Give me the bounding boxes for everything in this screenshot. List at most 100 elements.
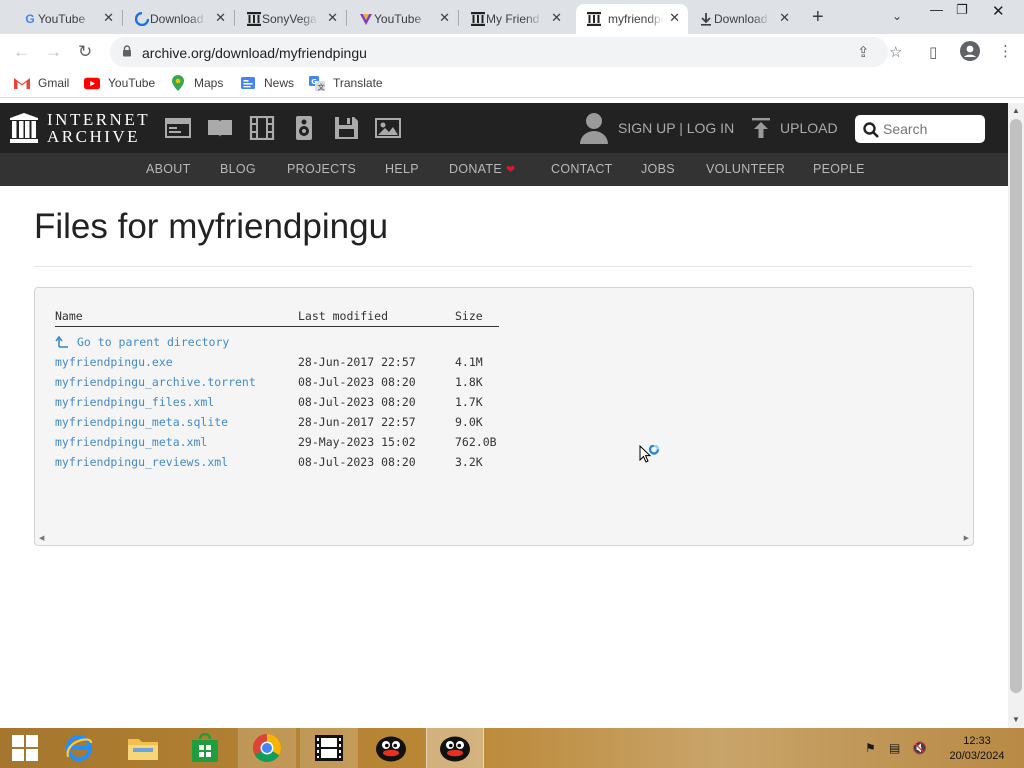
video-film-icon[interactable] (249, 116, 275, 140)
nav-blog[interactable]: BLOG (220, 162, 256, 176)
bookmark-gmail[interactable]: Gmail (14, 76, 69, 90)
header-divider (55, 326, 499, 327)
column-size-header[interactable]: Size (455, 309, 483, 323)
scroll-down-arrow-icon[interactable]: ▼ (1012, 715, 1020, 724)
close-window-icon[interactable]: ✕ (992, 2, 1005, 20)
pingu-icon[interactable] (362, 728, 420, 768)
bookmark-news[interactable]: News (240, 76, 294, 90)
page-scrollbar[interactable]: ▲ ▼ (1008, 103, 1024, 728)
internet-explorer-icon[interactable] (50, 728, 108, 768)
scroll-up-arrow-icon[interactable]: ▲ (1012, 106, 1020, 115)
forward-icon[interactable]: → (45, 42, 62, 62)
upload-icon[interactable] (752, 118, 770, 138)
file-link[interactable]: myfriendpingu_meta.xml (55, 435, 207, 449)
tab-youtube-1[interactable]: G YouTube ✕ (16, 4, 122, 34)
nav-donate[interactable]: DONATE ❤ (449, 162, 516, 176)
windows-logo-icon (12, 735, 38, 761)
close-tab-icon[interactable]: ✕ (551, 10, 562, 26)
file-link[interactable]: myfriendpingu_reviews.xml (55, 455, 228, 469)
upload-link[interactable]: UPLOAD (780, 120, 838, 136)
nav-projects[interactable]: PROJECTS (287, 162, 356, 176)
images-icon[interactable] (375, 116, 401, 140)
tab-download-1[interactable]: Download ✕ (128, 4, 234, 34)
scroll-right-arrow-icon[interactable]: ▶ (964, 534, 969, 542)
store-icon[interactable] (176, 728, 234, 768)
volume-muted-icon[interactable]: 🔇 (912, 741, 927, 755)
close-tab-icon[interactable]: ✕ (439, 10, 450, 26)
close-tab-icon[interactable]: ✕ (669, 10, 680, 26)
tab-download-2[interactable]: Download ✕ (692, 4, 798, 34)
file-date: 29-May-2023 15:02 (298, 435, 416, 449)
tab-myfriendpingu[interactable]: myfriendpingu ✕ (576, 4, 688, 34)
pingu-icon[interactable] (426, 728, 484, 768)
parent-directory-link[interactable]: Go to parent directory (55, 335, 229, 349)
nav-about[interactable]: ABOUT (146, 162, 191, 176)
share-icon[interactable]: ⇪ (857, 43, 870, 61)
signup-login-link[interactable]: SIGN UP | LOG IN (618, 120, 734, 136)
news-icon (240, 76, 256, 90)
ia-header: INTERNET ARCHIVE SIGN UP | LOG IN UPLOAD… (0, 103, 1008, 153)
nav-jobs[interactable]: JOBS (641, 162, 675, 176)
bookmark-maps[interactable]: Maps (170, 75, 223, 91)
heart-icon: ❤ (505, 164, 516, 176)
nav-contact[interactable]: CONTACT (551, 162, 613, 176)
reload-icon[interactable]: ↻ (78, 42, 92, 62)
menu-kebab-icon[interactable]: ⋮ (998, 42, 1013, 60)
side-panel-icon[interactable]: ▯ (929, 43, 937, 61)
nav-volunteer[interactable]: VOLUNTEER (706, 162, 785, 176)
new-tab-icon[interactable]: + (812, 6, 824, 29)
tab-youtube-2[interactable]: YouTube ✕ (352, 4, 458, 34)
file-date: 28-Jun-2017 22:57 (298, 355, 416, 369)
web-icon[interactable] (165, 116, 191, 140)
user-avatar-icon[interactable] (580, 112, 608, 144)
back-icon[interactable]: ← (13, 42, 30, 62)
bookmarks-bar: Gmail YouTube Maps News G文 Translate (0, 70, 1024, 98)
file-listing: Name Last modified Size Go to parent dir… (34, 287, 974, 546)
close-tab-icon[interactable]: ✕ (779, 10, 790, 26)
gmail-icon (14, 76, 30, 90)
restore-icon[interactable]: ❐ (956, 2, 968, 18)
texts-book-icon[interactable] (207, 116, 233, 140)
nav-people[interactable]: PEOPLE (813, 162, 865, 176)
ia-search-box[interactable]: Search (855, 115, 985, 143)
file-date: 08-Jul-2023 08:20 (298, 455, 416, 469)
internet-archive-logo-icon[interactable] (10, 113, 38, 143)
column-modified-header[interactable]: Last modified (298, 309, 388, 323)
system-clock[interactable]: 12:33 20/03/2024 (944, 734, 1010, 764)
scrollbar-thumb[interactable] (1010, 119, 1022, 693)
column-name-header[interactable]: Name (55, 309, 83, 323)
file-link[interactable]: myfriendpingu.exe (55, 355, 173, 369)
close-tab-icon[interactable]: ✕ (327, 10, 338, 26)
file-link[interactable]: myfriendpingu_meta.sqlite (55, 415, 228, 429)
address-bar[interactable]: archive.org/download/myfriendpingu ⇪ ☆ (110, 37, 902, 67)
scroll-left-arrow-icon[interactable]: ◀ (39, 534, 44, 542)
internet-archive-icon (246, 11, 262, 27)
bookmark-youtube[interactable]: YouTube (84, 76, 155, 90)
close-tab-icon[interactable]: ✕ (103, 10, 114, 26)
nav-help[interactable]: HELP (385, 162, 419, 176)
film-icon[interactable] (300, 728, 358, 768)
url-text[interactable]: archive.org/download/myfriendpingu (142, 45, 367, 61)
close-tab-icon[interactable]: ✕ (215, 10, 226, 26)
tab-search-chevron-icon[interactable]: ⌄ (892, 9, 902, 23)
file-size: 762.0B (455, 435, 497, 449)
mouse-cursor-busy-icon (639, 445, 660, 463)
file-explorer-icon[interactable] (114, 728, 172, 768)
chrome-icon[interactable] (238, 728, 296, 768)
profile-avatar[interactable] (960, 41, 980, 66)
vegas-v-icon (358, 11, 374, 27)
tab-my-friend[interactable]: My Friend ✕ (464, 4, 570, 34)
file-link[interactable]: myfriendpingu_files.xml (55, 395, 214, 409)
file-link[interactable]: myfriendpingu_archive.torrent (55, 375, 256, 389)
network-icon[interactable]: ▤ (889, 741, 900, 755)
internet-archive-wordmark[interactable]: INTERNET ARCHIVE (47, 111, 150, 145)
minimize-icon[interactable]: — (930, 2, 943, 17)
bookmark-translate[interactable]: G文 Translate (309, 75, 383, 91)
software-floppy-icon[interactable] (333, 116, 359, 140)
tab-sonyvegas[interactable]: SonyVegas ✕ (240, 4, 346, 34)
action-center-flag-icon[interactable]: ⚑ (865, 741, 876, 755)
browser-toolbar: ← → ↻ archive.org/download/myfriendpingu… (0, 34, 1024, 70)
bookmark-star-icon[interactable]: ☆ (889, 43, 902, 61)
audio-speaker-icon[interactable] (291, 116, 317, 140)
start-button[interactable] (0, 728, 50, 768)
